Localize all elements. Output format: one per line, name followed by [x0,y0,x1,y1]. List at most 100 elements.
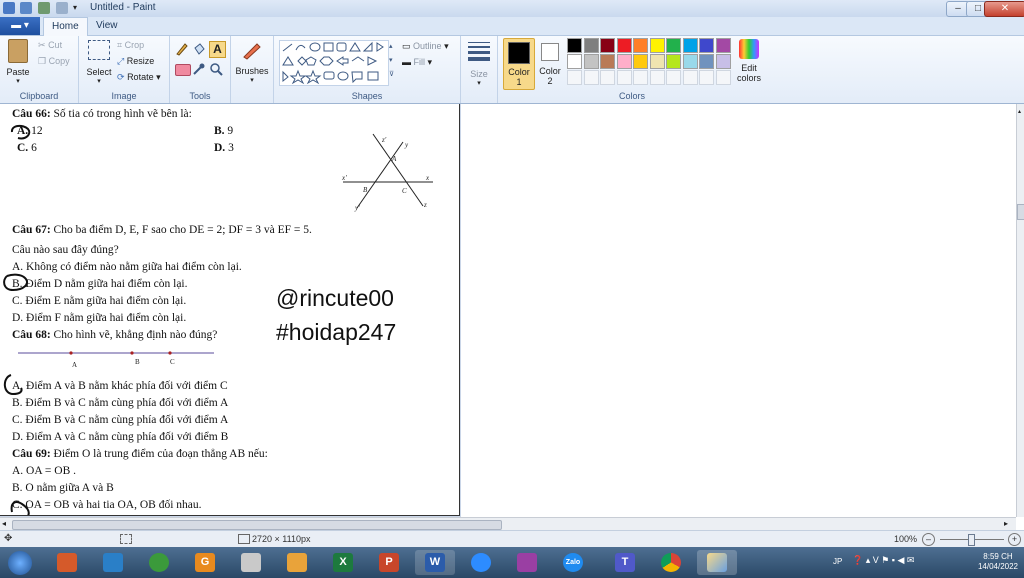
taskbar-app-chrome[interactable] [651,550,691,575]
vertical-scroll-thumb[interactable] [1017,204,1024,220]
zoom-in-button[interactable]: + [1008,533,1021,546]
zalo-icon: Zalo [563,553,583,572]
text-tool-icon[interactable]: A [209,41,226,58]
taskbar-app-powerpoint[interactable]: P [369,550,409,575]
taskbar-app-teams[interactable]: T [605,550,645,575]
taskbar-app-word[interactable]: W [415,550,455,575]
edit-colors-button[interactable]: Edit colors [734,39,764,83]
q67-line: Câu 67: Cho ba điểm D, E, F sao cho DE =… [12,224,312,236]
cut-button[interactable]: ✂ Cut [38,40,62,51]
palette-swatch[interactable] [666,54,681,69]
copy-button[interactable]: ❐ Copy [38,56,70,67]
scroll-up-icon[interactable]: ▴ [1018,108,1021,115]
paint-app-icon[interactable] [3,2,15,14]
tab-view[interactable]: View [88,17,126,35]
pencil-icon[interactable] [175,42,189,56]
paste-button[interactable]: Paste ▾ [4,39,32,85]
taskbar-app-zalo[interactable]: Zalo [553,550,593,575]
taskbar-app-g[interactable]: G [185,550,225,575]
outline-button[interactable]: ▭ Outline ▾ [402,41,449,52]
zoom-icon [471,553,491,572]
q67-title: Câu 67: [12,224,51,236]
q66-b-value: 9 [227,125,234,137]
palette-swatch[interactable] [682,38,698,53]
palette-custom-slot[interactable] [583,70,599,85]
select-button[interactable]: Select ▾ [84,40,114,85]
zoom-slider-thumb[interactable] [968,534,975,546]
palette-swatch[interactable] [715,54,731,69]
palette-swatch[interactable] [600,54,615,69]
palette-swatch[interactable] [616,54,632,69]
palette-custom-slot[interactable] [633,70,648,85]
system-clock[interactable]: 8:59 CH 14/04/2022 [978,552,1018,572]
palette-custom-slot[interactable] [600,70,615,85]
palette-swatch[interactable] [567,38,582,53]
taskbar-app-excel[interactable]: X [323,550,363,575]
taskbar-app-paint[interactable] [697,550,737,575]
taskbar-app-chrome-alt[interactable] [139,550,179,575]
palette-swatch[interactable] [715,38,731,53]
palette-custom-slot[interactable] [649,70,665,85]
close-button[interactable]: ✕ [984,1,1024,17]
undo-icon[interactable] [38,2,50,14]
magnifier-icon[interactable] [209,62,223,76]
language-indicator[interactable]: JP [833,557,842,566]
vertical-scrollbar[interactable]: ▴ [1016,104,1024,517]
title-bar: ▾ Untitled - Paint – □ ✕ [0,0,1024,18]
palette-swatch[interactable] [567,54,582,69]
tray-icons[interactable]: ❓ ▴ V ⚑ ▪ ◀ ✉ [852,555,914,566]
taskbar-app-draw[interactable] [231,550,271,575]
scroll-right-icon[interactable]: ▸ [1004,519,1008,528]
brushes-button[interactable]: Brushes ▾ [234,40,270,84]
eraser-icon[interactable] [175,64,191,76]
tab-home[interactable]: Home [43,17,88,36]
horizontal-scrollbar[interactable]: ◂ ▸ [0,517,1016,530]
palette-swatch[interactable] [666,38,681,53]
fill-bucket-icon[interactable] [192,42,206,56]
file-menu-button[interactable]: ▬ ▾ [0,17,40,35]
palette-custom-slot[interactable] [699,70,714,85]
taskbar-app-leaf[interactable] [47,550,87,575]
horizontal-scroll-thumb[interactable] [12,520,502,530]
fill-button[interactable]: ▬ Fill ▾ [402,57,432,68]
palette-swatch[interactable] [616,38,632,53]
palette-custom-slot[interactable] [567,70,582,85]
palette-custom-slot[interactable] [616,70,632,85]
fig-label-y1: y' [354,204,360,212]
palette-swatch[interactable] [699,54,714,69]
palette-swatch[interactable] [682,54,698,69]
palette-custom-slot[interactable] [682,70,698,85]
resize-button[interactable]: ⤢ Resize [117,56,154,67]
palette-swatch[interactable] [583,54,599,69]
palette-swatch[interactable] [633,54,648,69]
palette-swatch[interactable] [583,38,599,53]
rotate-button[interactable]: ⟳ Rotate ▾ [117,72,161,83]
palette-swatch[interactable] [633,38,648,53]
q66-line: Câu 66: Số tia có trong hình vẽ bên là: [12,108,192,120]
taskbar-app-zoom[interactable] [461,550,501,575]
scroll-left-icon[interactable]: ◂ [2,519,6,528]
taskbar-app-files[interactable] [277,550,317,575]
palette-swatch[interactable] [649,38,665,53]
taskbar-app-snipping[interactable] [507,550,547,575]
shapes-gallery-scroll[interactable]: ▴ ▾ ⊽ [389,40,396,84]
shapes-gallery[interactable] [279,40,389,86]
color-picker-icon[interactable] [192,62,206,76]
color1-button[interactable]: Color 1 [503,38,535,90]
save-icon[interactable] [20,2,32,14]
palette-swatch[interactable] [600,38,615,53]
taskbar-app-owl[interactable] [93,550,133,575]
crop-button[interactable]: ⌗ Crop [117,40,144,51]
drawing-canvas[interactable]: Câu 66: Số tia có trong hình vẽ bên là: … [0,104,460,516]
palette-swatch[interactable] [699,38,714,53]
size-button[interactable]: Size ▾ [465,40,493,87]
zoom-out-button[interactable]: – [922,533,935,546]
redo-icon[interactable] [56,2,68,14]
palette-custom-slot[interactable] [666,70,681,85]
color2-button[interactable]: Color 2 [536,38,564,88]
q68-option-a: A. Điểm A và B nằm khác phía đối với điể… [12,380,228,392]
customize-quick-access-icon[interactable]: ▾ [73,3,77,12]
palette-swatch[interactable] [649,54,665,69]
start-button[interactable] [2,548,38,577]
palette-custom-slot[interactable] [715,70,731,85]
